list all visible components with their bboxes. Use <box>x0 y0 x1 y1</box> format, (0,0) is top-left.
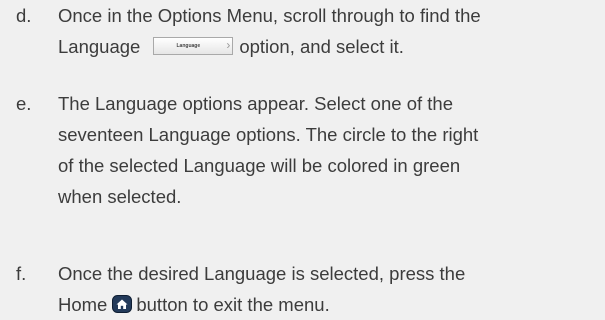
step-text: Once in the Options Menu, scroll through… <box>58 0 598 62</box>
step-line: Language Language › option, and select it. <box>58 31 598 62</box>
step-letter: d. <box>16 5 32 26</box>
step-line: when selected. <box>58 186 182 207</box>
step-text: Once the desired Language is selected, p… <box>58 258 598 320</box>
step-line: seventeen Language options. The circle t… <box>58 124 479 145</box>
instruction-steps: d. Once in the Options Menu, scroll thro… <box>0 0 605 317</box>
step-text: The Language options appear. Select one … <box>58 88 598 212</box>
step-text-fragment: button to exit the menu. <box>136 294 330 315</box>
step-text-fragment: option, and select it. <box>239 36 404 57</box>
step-letter: e. <box>16 93 32 114</box>
language-option-label: Language <box>176 43 201 49</box>
step-line: The Language options appear. Select one … <box>58 93 453 114</box>
step-line: Once in the Options Menu, scroll through… <box>58 5 481 26</box>
language-option-button: Language › <box>153 37 234 55</box>
step-text-fragment: Home <box>58 294 108 315</box>
step-line: Home button to exit the menu. <box>58 289 598 320</box>
home-icon <box>112 295 133 313</box>
chevron-right-icon: › <box>226 38 231 52</box>
step-line: of the selected Language will be colored… <box>58 155 461 176</box>
step-line: Once the desired Language is selected, p… <box>58 263 466 284</box>
step-text-fragment: Language <box>58 36 141 57</box>
step-letter: f. <box>16 263 27 284</box>
